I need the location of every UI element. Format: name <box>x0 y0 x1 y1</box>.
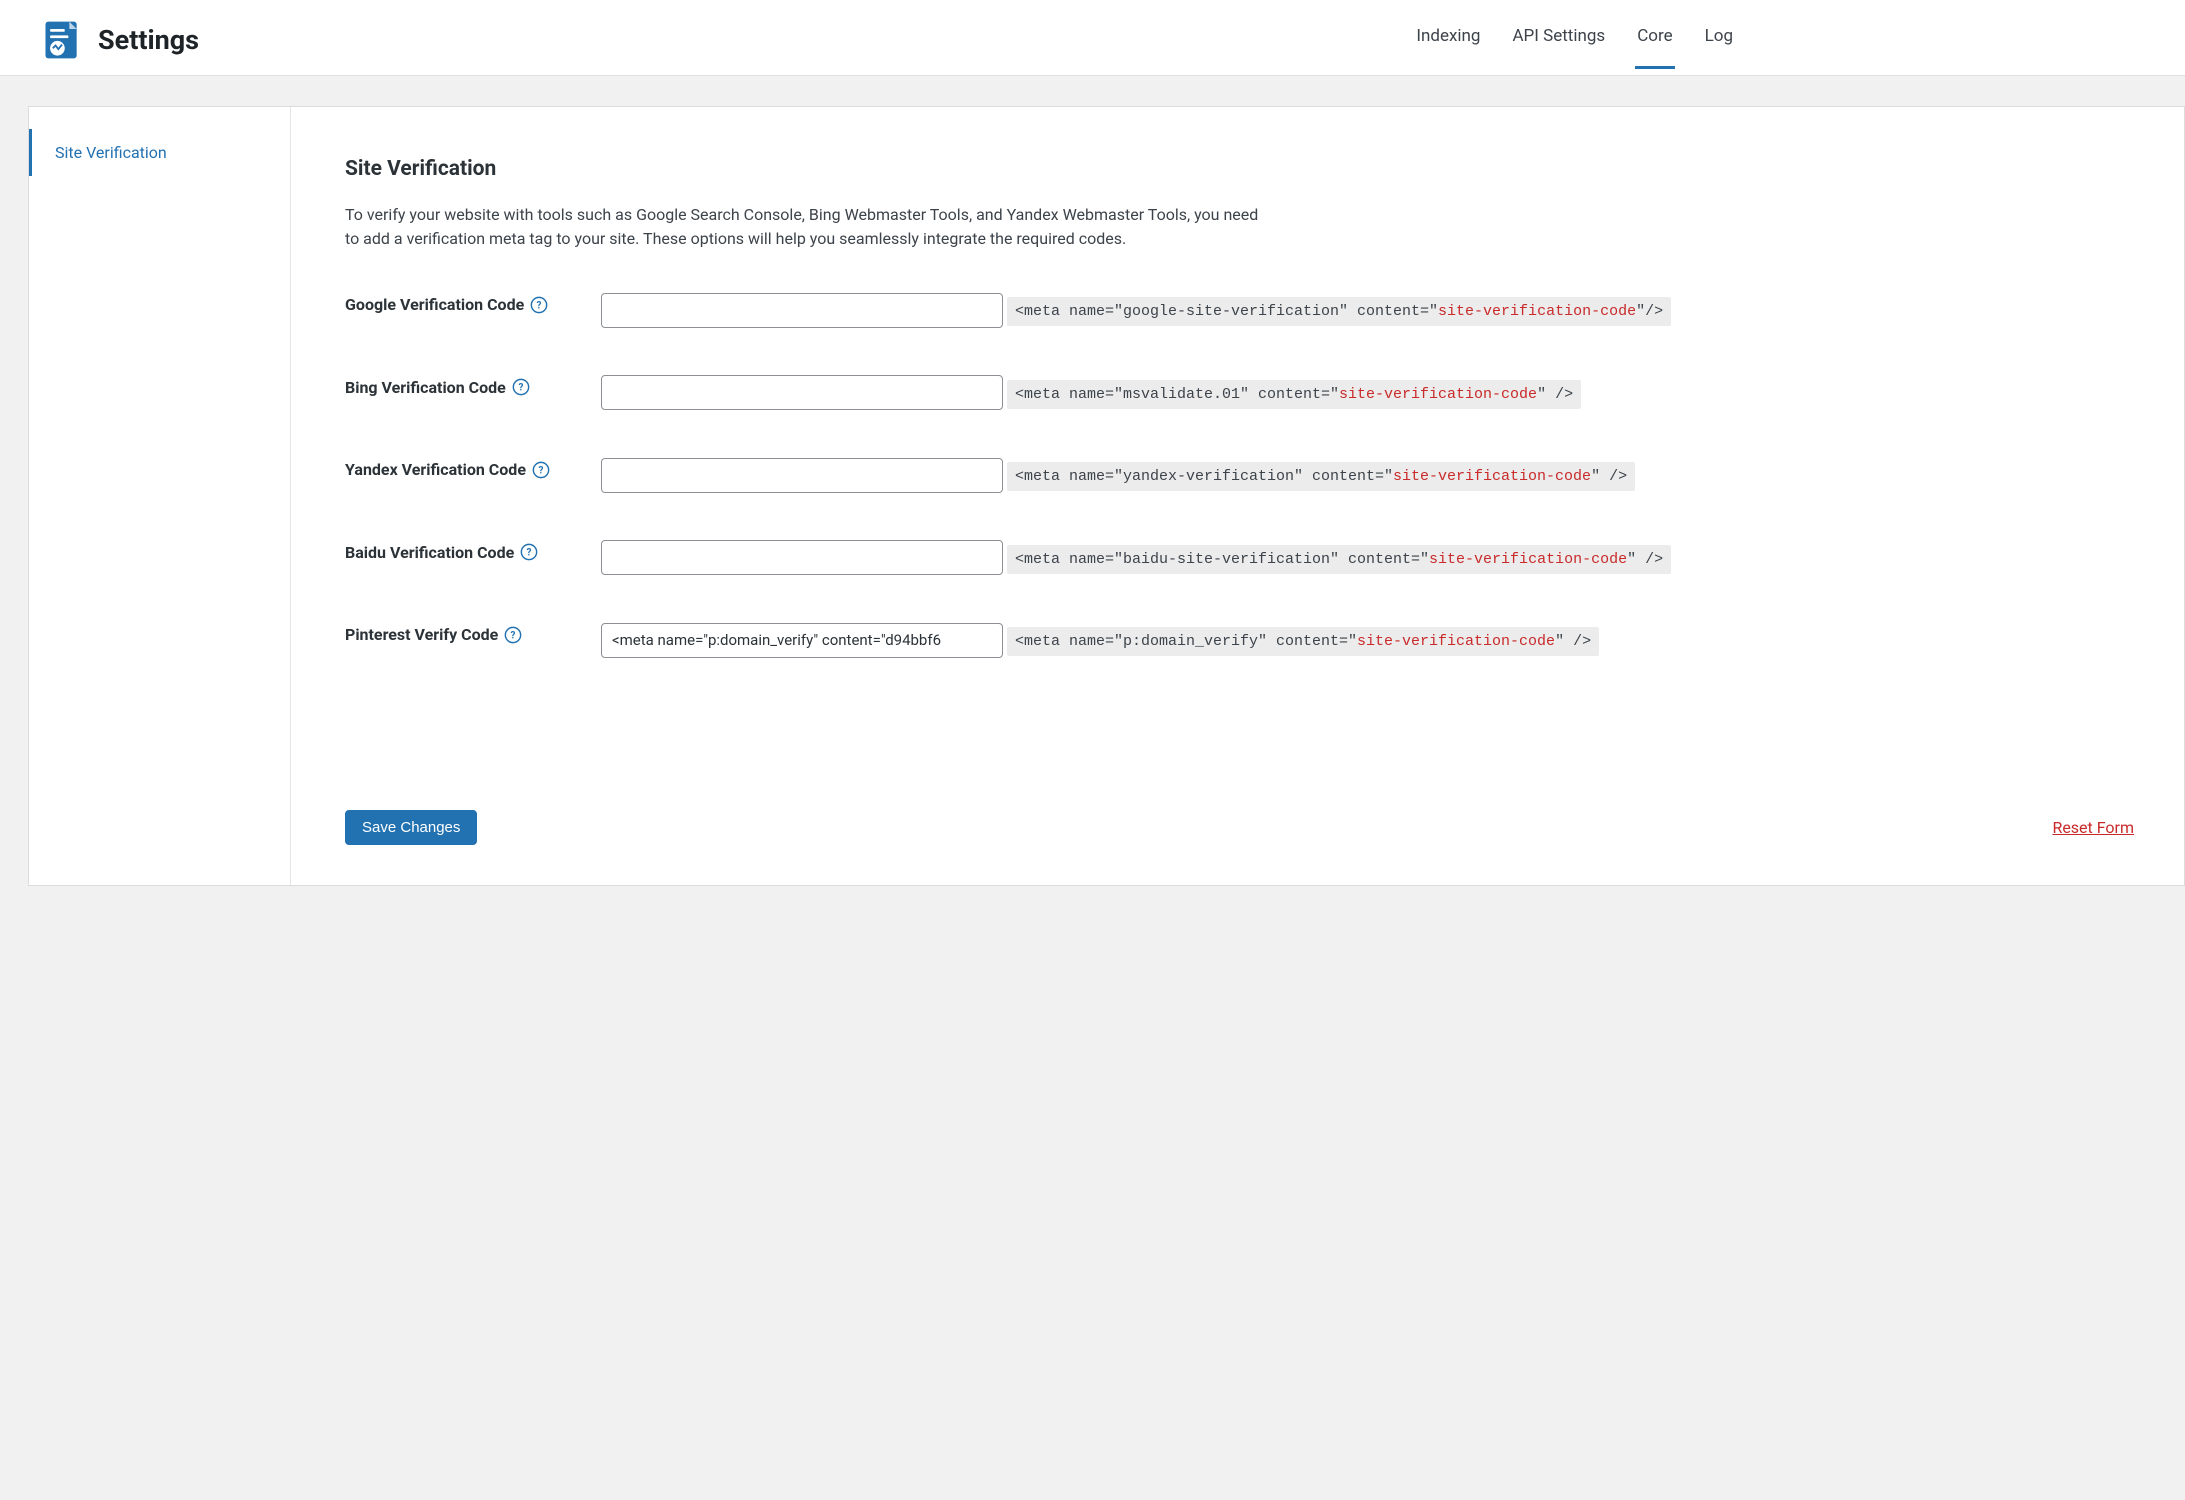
tab-log[interactable]: Log <box>1703 10 1735 69</box>
code-hint-google: <meta name="google-site-verification" co… <box>1007 297 1671 326</box>
header-tabs: Indexing API Settings Core Log <box>1414 10 2145 69</box>
field-label-wrap: Baidu Verification Code ? <box>345 537 601 562</box>
code-hint-pinterest: <meta name="p:domain_verify" content="si… <box>1007 627 1599 656</box>
form-footer: Save Changes Reset Form <box>345 770 2144 845</box>
field-label-google: Google Verification Code <box>345 295 524 314</box>
section-description: To verify your website with tools such a… <box>345 203 1265 251</box>
section-title: Site Verification <box>345 157 2144 181</box>
field-input-wrap: <meta name="msvalidate.01" content="site… <box>601 372 2144 411</box>
field-row-yandex: Yandex Verification Code ? <meta name="y… <box>345 454 2144 493</box>
field-label-yandex: Yandex Verification Code <box>345 460 526 479</box>
code-hint-bing: <meta name="msvalidate.01" content="site… <box>1007 380 1581 409</box>
field-label-wrap: Google Verification Code ? <box>345 289 601 314</box>
sidebar-item-label: Site Verification <box>55 143 167 162</box>
svg-text:?: ? <box>539 465 544 476</box>
yandex-verification-input[interactable] <box>601 458 1003 493</box>
sidebar-item-site-verification[interactable]: Site Verification <box>29 129 290 176</box>
field-label-baidu: Baidu Verification Code <box>345 543 514 562</box>
settings-content: Site Verification To verify your website… <box>291 107 2184 885</box>
settings-panel: Site Verification Site Verification To v… <box>28 106 2185 886</box>
tab-indexing[interactable]: Indexing <box>1414 10 1482 69</box>
reset-form-link[interactable]: Reset Form <box>2052 818 2134 837</box>
help-icon[interactable]: ? <box>512 378 530 396</box>
tab-api-settings[interactable]: API Settings <box>1510 10 1607 69</box>
help-icon[interactable]: ? <box>532 461 550 479</box>
page-header: Settings Indexing API Settings Core Log <box>0 0 2185 76</box>
baidu-verification-input[interactable] <box>601 540 1003 575</box>
svg-text:?: ? <box>511 630 516 641</box>
svg-text:?: ? <box>527 548 532 559</box>
pinterest-verification-input[interactable] <box>601 623 1003 658</box>
save-button[interactable]: Save Changes <box>345 810 477 845</box>
field-label-wrap: Pinterest Verify Code ? <box>345 619 601 644</box>
field-input-wrap: <meta name="p:domain_verify" content="si… <box>601 619 2144 658</box>
field-input-wrap: <meta name="baidu-site-verification" con… <box>601 537 2144 576</box>
code-hint-baidu: <meta name="baidu-site-verification" con… <box>1007 545 1671 574</box>
page-title: Settings <box>98 24 199 56</box>
svg-text:?: ? <box>537 300 542 311</box>
field-row-google: Google Verification Code ? <meta name="g… <box>345 289 2144 328</box>
settings-logo-icon <box>40 18 84 62</box>
settings-sidebar: Site Verification <box>29 107 291 885</box>
help-icon[interactable]: ? <box>520 543 538 561</box>
field-row-baidu: Baidu Verification Code ? <meta name="ba… <box>345 537 2144 576</box>
field-label-bing: Bing Verification Code <box>345 378 506 397</box>
field-row-bing: Bing Verification Code ? <meta name="msv… <box>345 372 2144 411</box>
help-icon[interactable]: ? <box>530 296 548 314</box>
field-row-pinterest: Pinterest Verify Code ? <meta name="p:do… <box>345 619 2144 658</box>
google-verification-input[interactable] <box>601 293 1003 328</box>
field-input-wrap: <meta name="google-site-verification" co… <box>601 289 2144 328</box>
help-icon[interactable]: ? <box>504 626 522 644</box>
page-body: Site Verification Site Verification To v… <box>0 76 2185 886</box>
tab-core[interactable]: Core <box>1635 10 1674 69</box>
code-hint-yandex: <meta name="yandex-verification" content… <box>1007 462 1635 491</box>
field-label-pinterest: Pinterest Verify Code <box>345 625 498 644</box>
field-label-wrap: Bing Verification Code ? <box>345 372 601 397</box>
field-input-wrap: <meta name="yandex-verification" content… <box>601 454 2144 493</box>
header-left: Settings <box>40 18 199 62</box>
field-label-wrap: Yandex Verification Code ? <box>345 454 601 479</box>
bing-verification-input[interactable] <box>601 375 1003 410</box>
svg-text:?: ? <box>518 383 523 394</box>
